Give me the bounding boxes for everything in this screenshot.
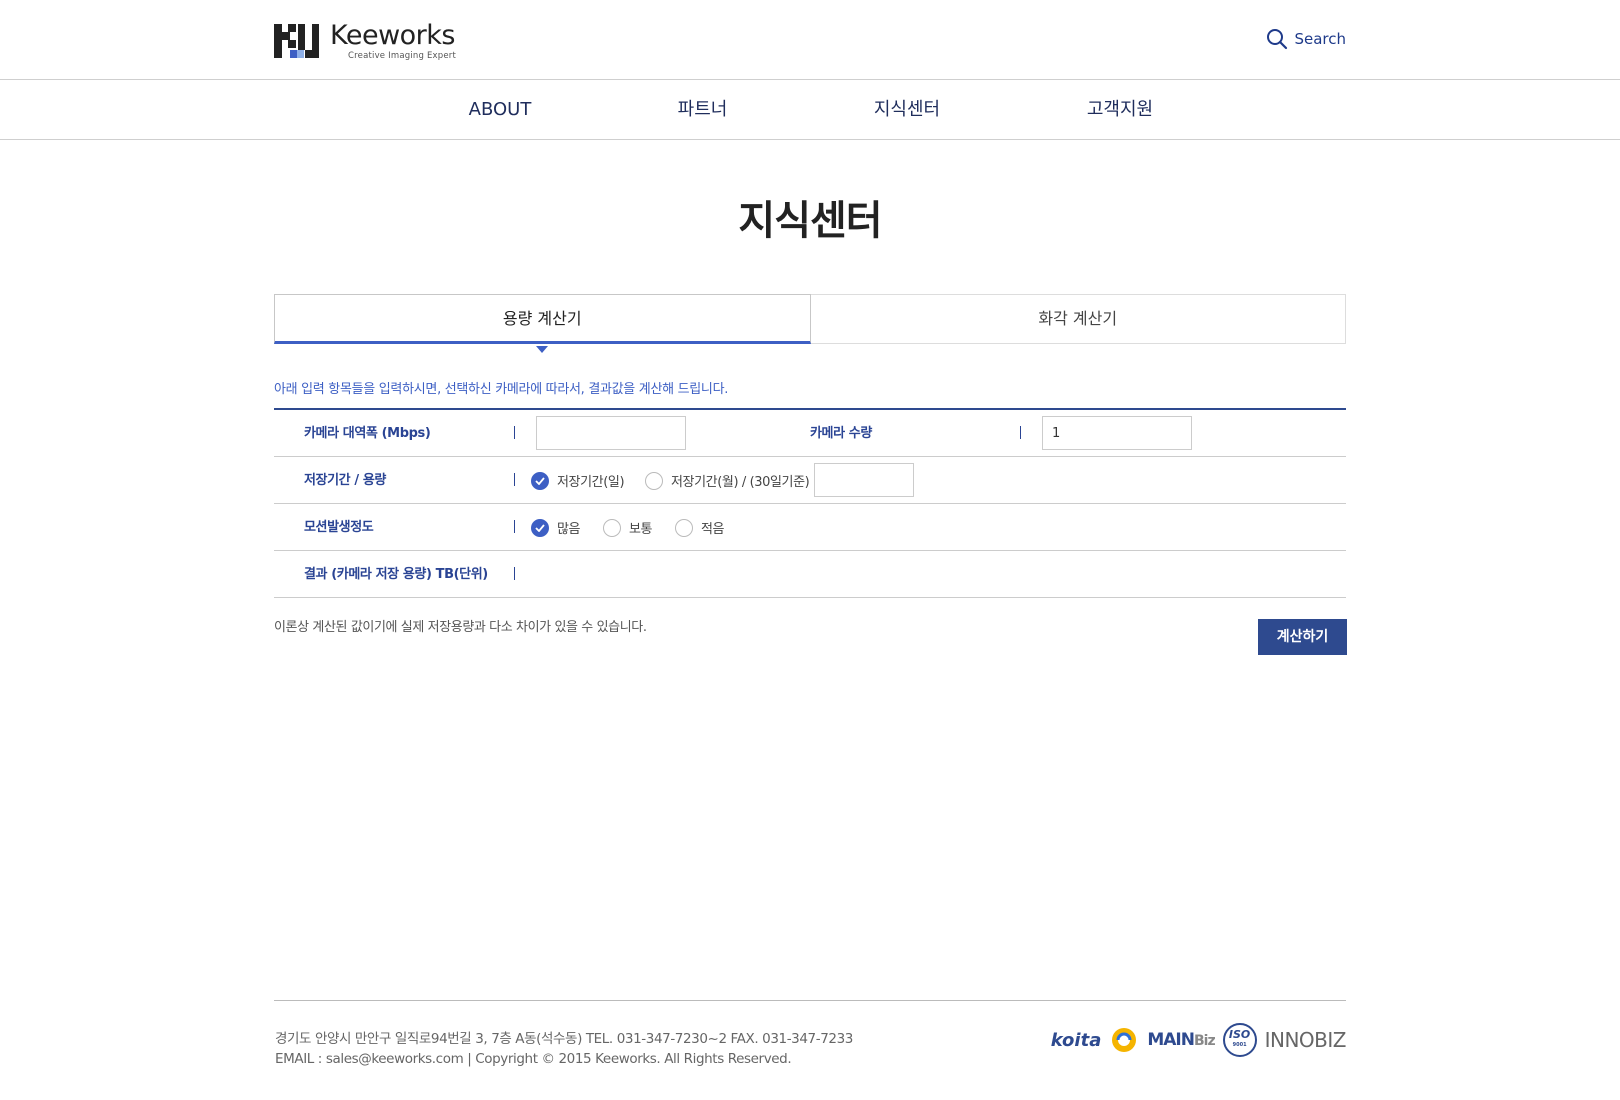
- motion-low-label: 적음: [701, 522, 725, 537]
- motion-high-radio[interactable]: 많음: [531, 504, 581, 551]
- bandwidth-label: 카메라 대역폭 (Mbps): [304, 426, 431, 441]
- tab-angle-calculator[interactable]: 화각 계산기: [810, 294, 1346, 344]
- footer-divider: [274, 1000, 1346, 1001]
- label-divider: [514, 567, 515, 580]
- nav-item-knowledge-center[interactable]: 지식센터: [862, 80, 952, 140]
- certification-logos: koita MAINBiz ISO 9001 INNOBIZ: [1050, 1020, 1347, 1060]
- camera-count-input[interactable]: [1042, 416, 1192, 450]
- checked-radio-icon: [531, 518, 549, 537]
- koita-logo: koita: [1050, 1029, 1102, 1051]
- storage-days-radio[interactable]: 저장기간(일): [531, 457, 625, 504]
- site-logo[interactable]: Keeworks Creative Imaging Expert: [274, 20, 457, 61]
- motion-label: 모션발생정도: [304, 520, 374, 535]
- mainbiz-logo: MAINBiz: [1147, 1030, 1215, 1050]
- form-row-storage: 저장기간 / 용량 저장기간(일) 저장기간(월) / (30일기준): [274, 457, 1346, 504]
- storage-days-label: 저장기간(일): [557, 475, 625, 490]
- label-divider: [514, 520, 515, 533]
- nav-item-about[interactable]: ABOUT: [455, 80, 545, 140]
- iso-logo: ISO 9001: [1222, 1023, 1257, 1057]
- unchecked-radio-icon: [603, 518, 621, 537]
- calculate-button[interactable]: 계산하기: [1258, 619, 1347, 655]
- logo-tagline: Creative Imaging Expert: [348, 51, 457, 61]
- nav-item-support[interactable]: 고객지원: [1075, 80, 1165, 140]
- storage-months-label: 저장기간(월) / (30일기준): [671, 475, 810, 490]
- logo-mark-icon: [274, 24, 320, 60]
- unchecked-radio-icon: [675, 518, 693, 537]
- logo-name: Keeworks: [330, 20, 456, 51]
- search-icon: [1267, 29, 1288, 50]
- footer-address: 경기도 안양시 만안구 일직로94번길 3, 7층 A동(석수동) TEL. 0…: [275, 1031, 853, 1047]
- motion-low-radio[interactable]: 적음: [675, 504, 725, 551]
- page-title: 지식센터: [738, 198, 882, 244]
- tab-capacity-calculator[interactable]: 용량 계산기: [274, 294, 811, 353]
- nav-item-partner[interactable]: 파트너: [660, 80, 745, 140]
- result-label: 결과 (카메라 저장 용량) TB(단위): [304, 567, 488, 582]
- active-tab-caret-icon: [536, 346, 549, 353]
- disclaimer-note: 이론상 계산된 값이기에 실제 저장용량과 다소 차이가 있을 수 있습니다.: [274, 620, 647, 635]
- venture-logo-icon: [1112, 1028, 1137, 1052]
- storage-value-input[interactable]: [814, 463, 914, 497]
- innobiz-logo: INNOBIZ: [1264, 1028, 1347, 1052]
- storage-label: 저장기간 / 용량: [304, 473, 386, 488]
- motion-medium-radio[interactable]: 보통: [603, 504, 653, 551]
- unchecked-radio-icon: [645, 471, 663, 490]
- main-nav: ABOUT 파트너 지식센터 고객지원: [0, 80, 1620, 140]
- footer-info: 경기도 안양시 만안구 일직로94번길 3, 7층 A동(석수동) TEL. 0…: [275, 1029, 853, 1069]
- label-divider: [514, 473, 515, 486]
- label-divider: [1020, 426, 1021, 439]
- motion-high-label: 많음: [557, 522, 581, 537]
- storage-months-radio[interactable]: 저장기간(월) / (30일기준): [645, 457, 810, 504]
- calculator-tabs: 용량 계산기 화각 계산기: [274, 294, 1346, 353]
- footer-copyright: EMAIL : sales@keeworks.com | Copyright ©…: [275, 1051, 792, 1067]
- intro-text: 아래 입력 항목들을 입력하시면, 선택하신 카메라에 따라서, 결과값을 계산…: [274, 382, 729, 397]
- search-label: Search: [1294, 30, 1346, 48]
- camera-count-label: 카메라 수량: [810, 426, 872, 441]
- motion-medium-label: 보통: [629, 522, 653, 537]
- bandwidth-input[interactable]: [536, 416, 686, 450]
- form-row-result: 결과 (카메라 저장 용량) TB(단위): [274, 551, 1346, 598]
- site-header: Keeworks Creative Imaging Expert Search: [0, 0, 1620, 80]
- form-row-motion: 모션발생정도 많음 보통 적음: [274, 504, 1346, 551]
- form-row-bandwidth: 카메라 대역폭 (Mbps) 카메라 수량: [274, 410, 1346, 457]
- checked-radio-icon: [531, 471, 549, 490]
- search-button[interactable]: Search: [1266, 28, 1346, 50]
- tab-label: 용량 계산기: [502, 309, 582, 328]
- tab-label: 화각 계산기: [1038, 309, 1118, 328]
- label-divider: [514, 426, 515, 439]
- capacity-form: 카메라 대역폭 (Mbps) 카메라 수량 저장기간 / 용량 저장기간(일) …: [274, 408, 1346, 598]
